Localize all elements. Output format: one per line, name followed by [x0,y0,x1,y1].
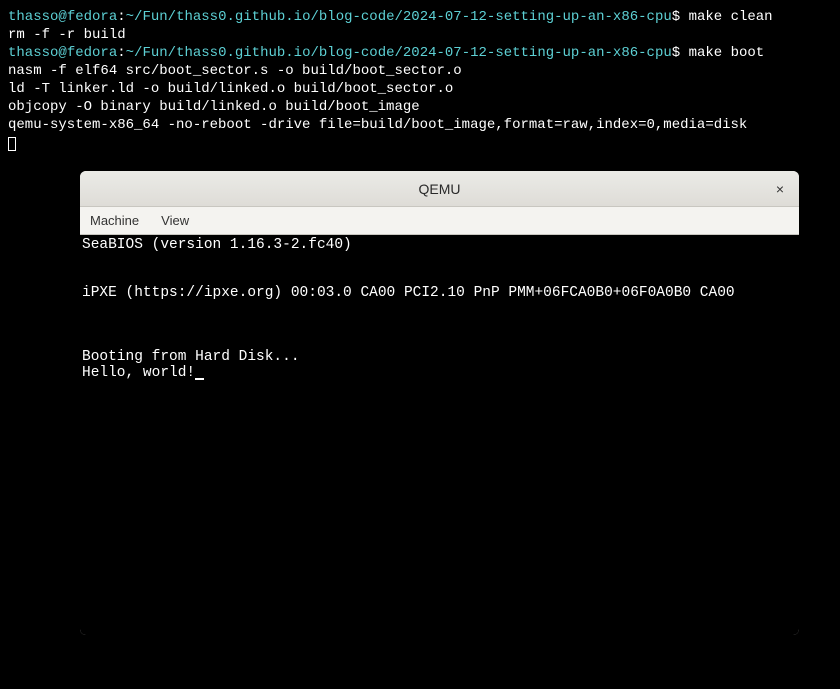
qemu-line [82,317,797,333]
qemu-line [82,269,797,285]
command-text: make boot [689,45,765,61]
prompt-colon: : [117,9,125,25]
host-terminal[interactable]: thasso@fedora:~/Fun/thass0.github.io/blo… [0,0,840,160]
qemu-line: Hello, world! [82,365,797,381]
qemu-line: iPXE (https://ipxe.org) 00:03.0 CA00 PCI… [82,285,797,301]
prompt-dollar: $ [672,9,689,25]
cursor-icon [8,137,16,151]
prompt-dollar: $ [672,45,689,61]
prompt-at: @ [58,9,66,25]
prompt-user: thasso [8,45,58,61]
cursor-icon [195,378,204,380]
prompt-path: ~/Fun/thass0.github.io/blog-code/2024-07… [126,45,672,61]
prompt-at: @ [58,45,66,61]
prompt-user: thasso [8,9,58,25]
close-button[interactable]: × [771,180,789,198]
terminal-output: qemu-system-x86_64 -no-reboot -drive fil… [8,116,832,134]
menubar: Machine View [80,207,799,235]
qemu-screen: SeaBIOS (version 1.16.3-2.fc40) iPXE (ht… [80,235,799,635]
prompt-path: ~/Fun/thass0.github.io/blog-code/2024-07… [126,9,672,25]
qemu-line: SeaBIOS (version 1.16.3-2.fc40) [82,237,797,253]
command-text: make clean [689,9,773,25]
qemu-line [82,253,797,269]
titlebar[interactable]: QEMU × [80,171,799,207]
terminal-output: ld -T linker.ld -o build/linked.o build/… [8,80,832,98]
qemu-line [82,301,797,317]
menu-view[interactable]: View [157,211,193,230]
terminal-line-1: thasso@fedora:~/Fun/thass0.github.io/blo… [8,8,832,26]
window-title: QEMU [419,181,461,197]
terminal-cursor-line [8,134,832,152]
prompt-host: fedora [67,45,117,61]
qemu-text: Hello, world! [82,365,195,381]
terminal-output: nasm -f elf64 src/boot_sector.s -o build… [8,62,832,80]
terminal-output: objcopy -O binary build/linked.o build/b… [8,98,832,116]
menu-machine[interactable]: Machine [86,211,143,230]
prompt-host: fedora [67,9,117,25]
qemu-window: QEMU × Machine View SeaBIOS (version 1.1… [80,171,799,635]
prompt-colon: : [117,45,125,61]
terminal-output: rm -f -r build [8,26,832,44]
terminal-line-2: thasso@fedora:~/Fun/thass0.github.io/blo… [8,44,832,62]
qemu-line: Booting from Hard Disk... [82,349,797,365]
qemu-line [82,333,797,349]
